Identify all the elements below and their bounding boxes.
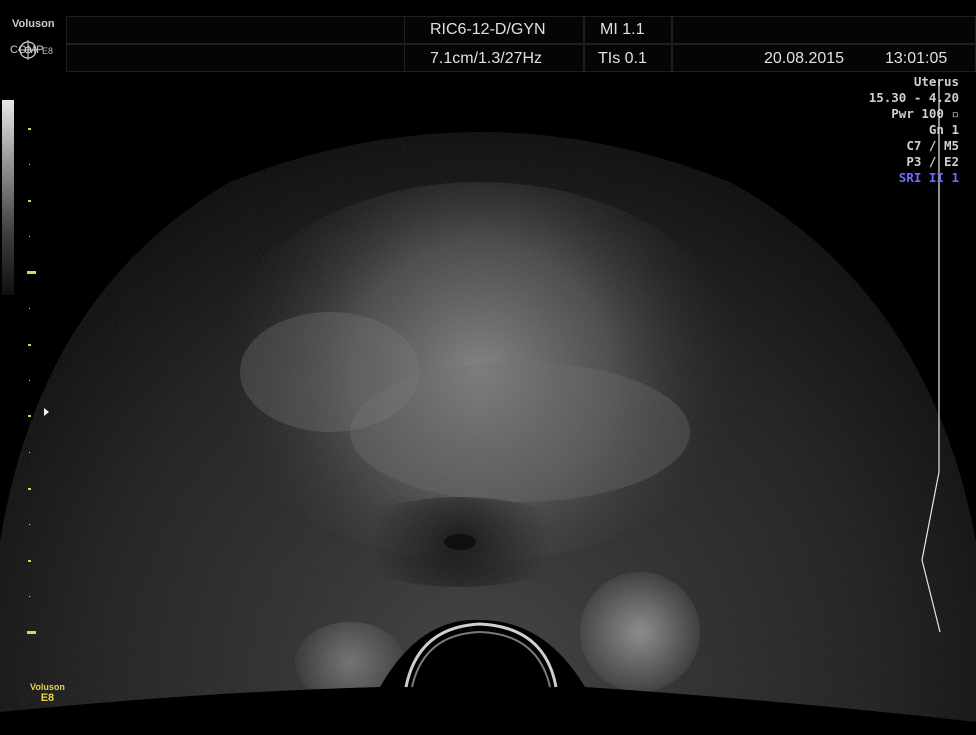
mi-value: MI 1.1 bbox=[600, 21, 645, 38]
depth-scale bbox=[26, 100, 49, 660]
ultrasound-image bbox=[0, 80, 976, 735]
depth-tick bbox=[29, 380, 30, 381]
depth-tick bbox=[28, 415, 31, 417]
depth-tick bbox=[28, 200, 31, 202]
exam-date: 20.08.2015 bbox=[764, 50, 845, 67]
depth-tick bbox=[29, 596, 30, 597]
brand-logo: Voluson E8 bbox=[30, 682, 65, 704]
depth-tick bbox=[29, 164, 30, 165]
logo-line1: Voluson bbox=[30, 682, 65, 692]
brand-model: E8 bbox=[42, 46, 54, 56]
depth-tick bbox=[28, 128, 31, 130]
depth-tick bbox=[28, 560, 31, 562]
depth-frequency: 7.1cm/1.3/27Hz bbox=[430, 50, 543, 67]
focus-marker bbox=[44, 408, 49, 416]
probe-label: RIC6-12-D/GYN bbox=[430, 21, 546, 38]
depth-tick bbox=[28, 488, 31, 490]
depth-tick bbox=[29, 452, 30, 453]
p-e-value: P3 / E2 bbox=[906, 154, 959, 169]
depth-tick-major bbox=[27, 631, 36, 634]
depth-tick bbox=[28, 344, 31, 346]
logo-line2: E8 bbox=[40, 692, 55, 704]
c-m-value: C7 / M5 bbox=[906, 138, 959, 153]
brand-comp: COMP bbox=[10, 44, 44, 56]
gain-value: Gn 1 bbox=[928, 122, 959, 137]
exam-time: 13:01:05 bbox=[885, 50, 948, 67]
sri-value: SRI II 1 bbox=[898, 170, 959, 185]
preset-label: Uterus bbox=[913, 74, 959, 89]
brand-name: Voluson bbox=[12, 18, 55, 30]
parameter-readouts: Uterus 15.30 - 4.20 Pwr 100 ▫ Gn 1 C7 / … bbox=[869, 74, 959, 186]
frequency-range: 15.30 - 4.20 bbox=[868, 90, 959, 105]
brand-block: Voluson COMP E8 bbox=[6, 4, 62, 64]
power-value: Pwr 100 ▫ bbox=[891, 106, 959, 121]
grayscale-bar bbox=[2, 100, 14, 295]
tis-value: TIs 0.1 bbox=[598, 50, 647, 67]
depth-tick bbox=[29, 308, 30, 309]
header-bar: Voluson COMP E8 RIC6-12-D/GYN MI 1.1 7.1… bbox=[0, 0, 976, 72]
depth-tick bbox=[29, 524, 30, 525]
depth-tick-major bbox=[27, 271, 36, 274]
depth-tick bbox=[29, 236, 30, 237]
